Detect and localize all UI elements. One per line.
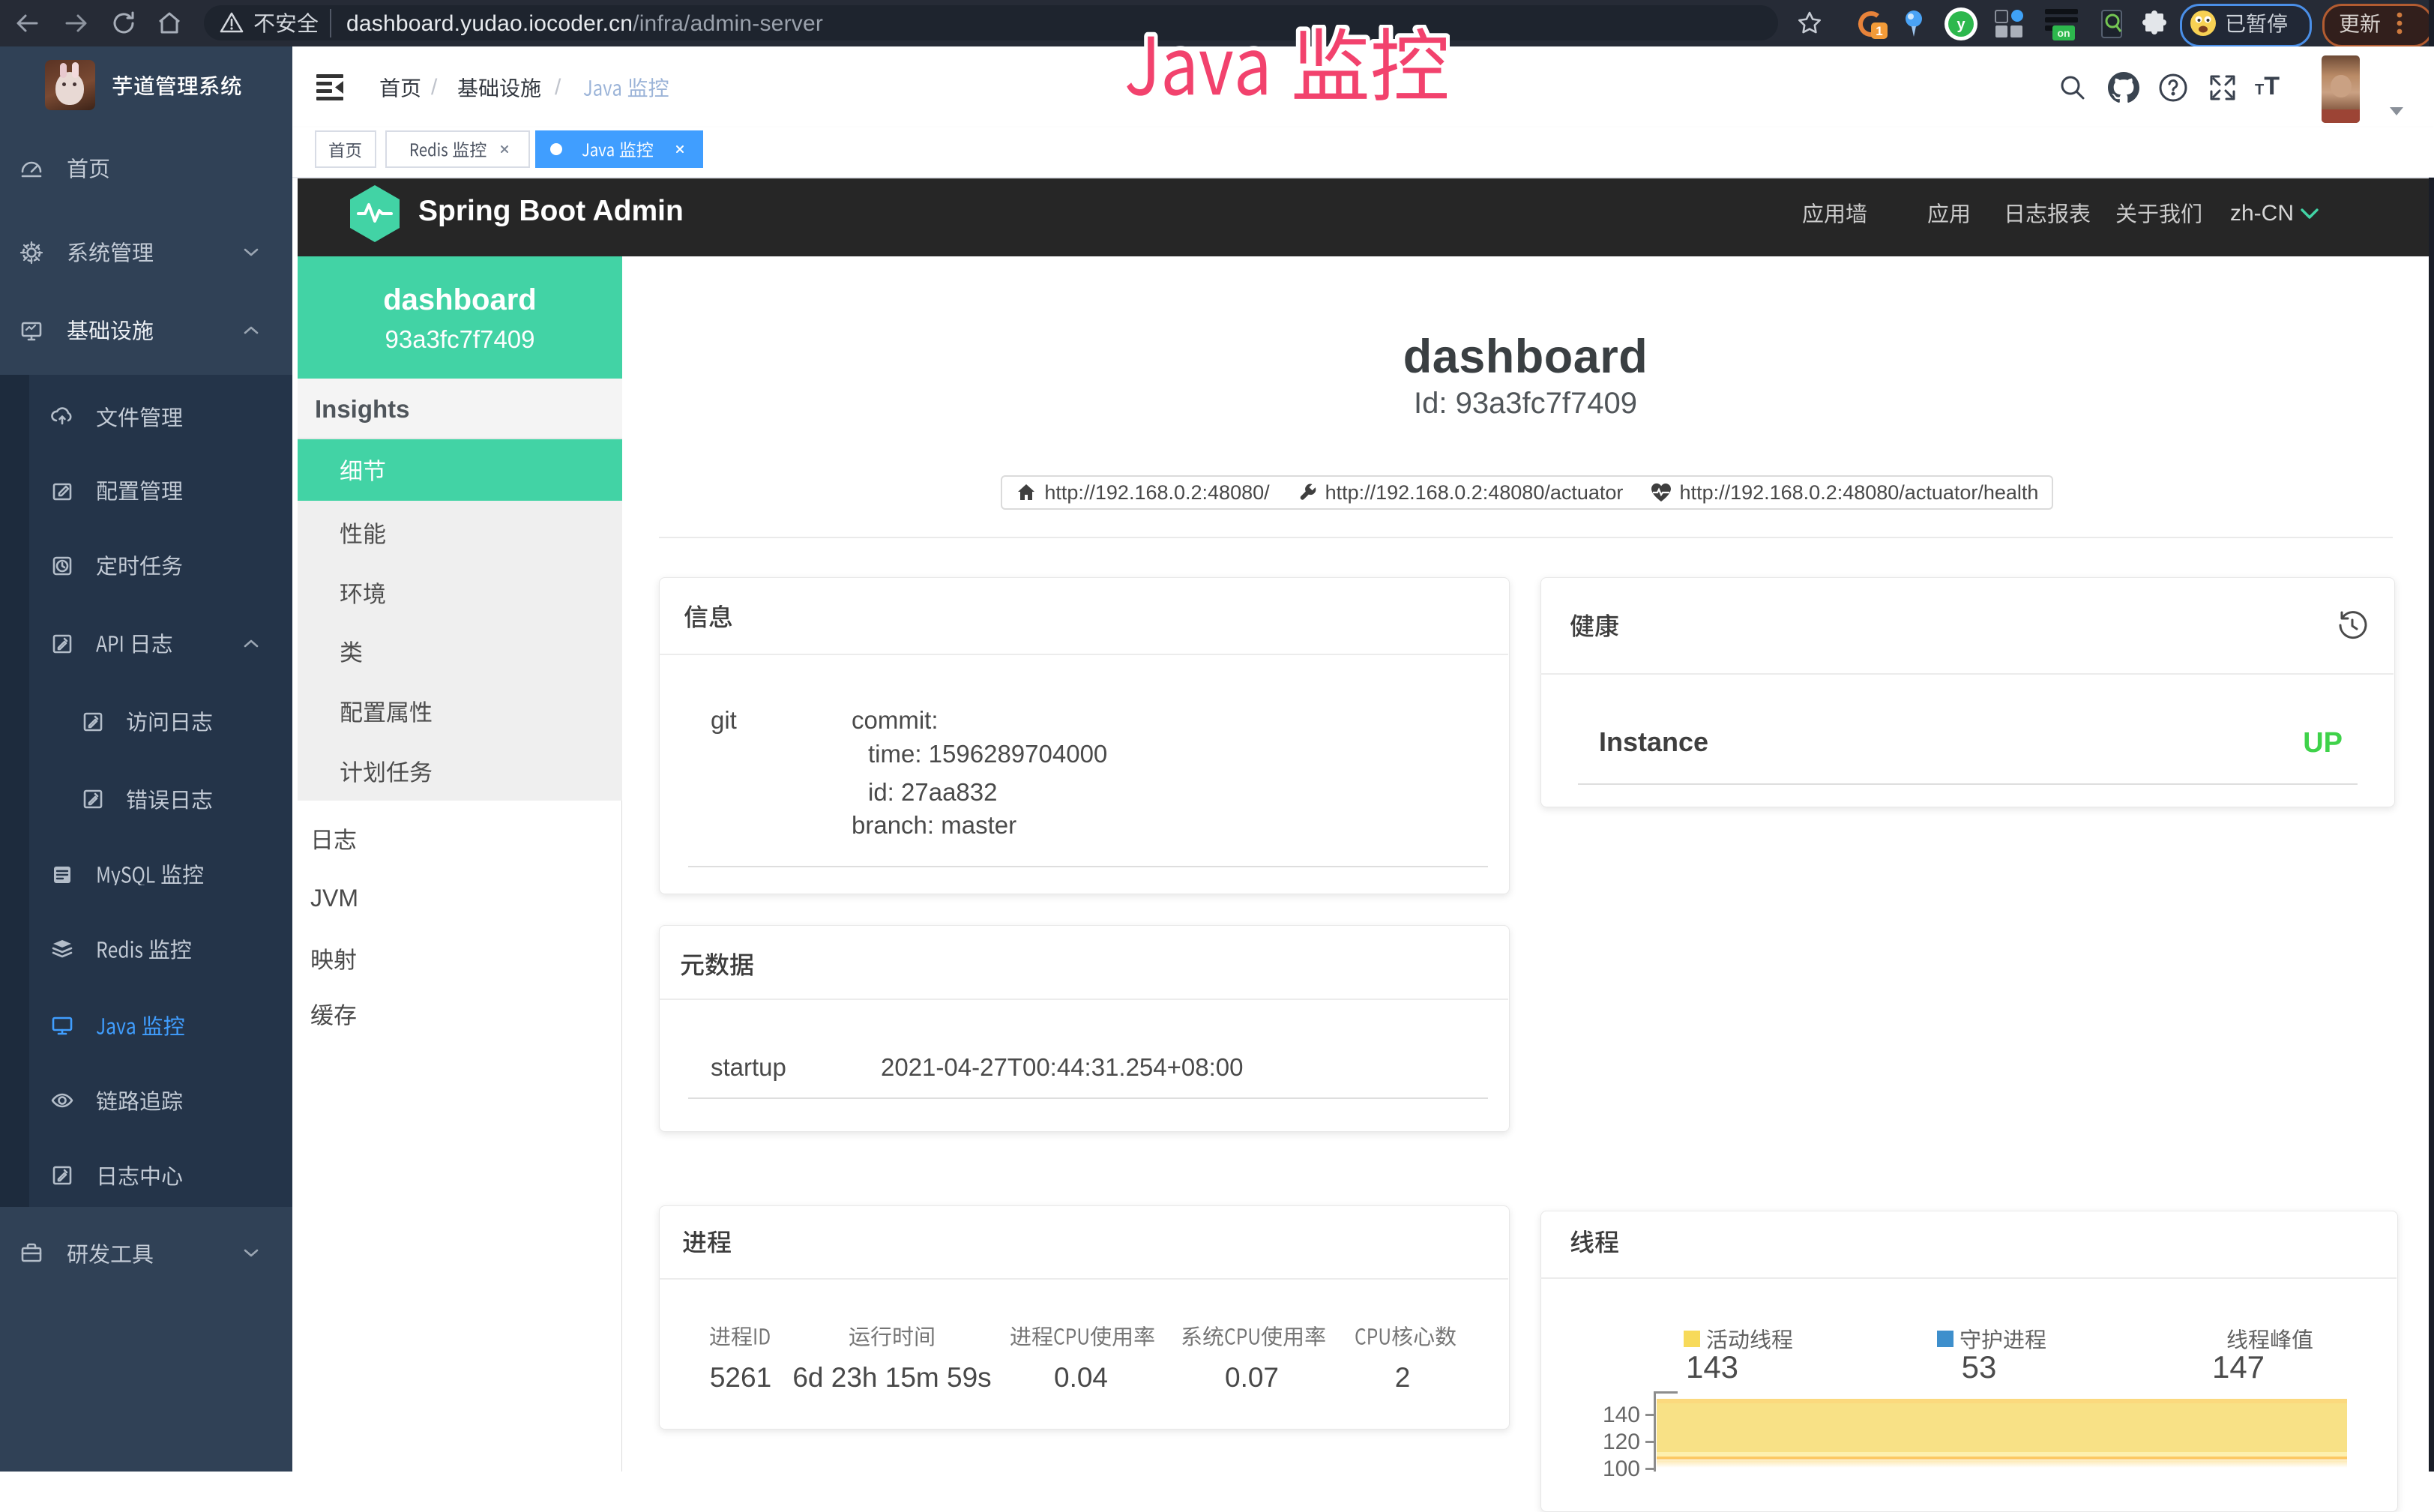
- svg-text:on: on: [2057, 27, 2070, 39]
- svg-text:1: 1: [1876, 24, 1882, 38]
- svg-text:y: y: [1956, 16, 1965, 33]
